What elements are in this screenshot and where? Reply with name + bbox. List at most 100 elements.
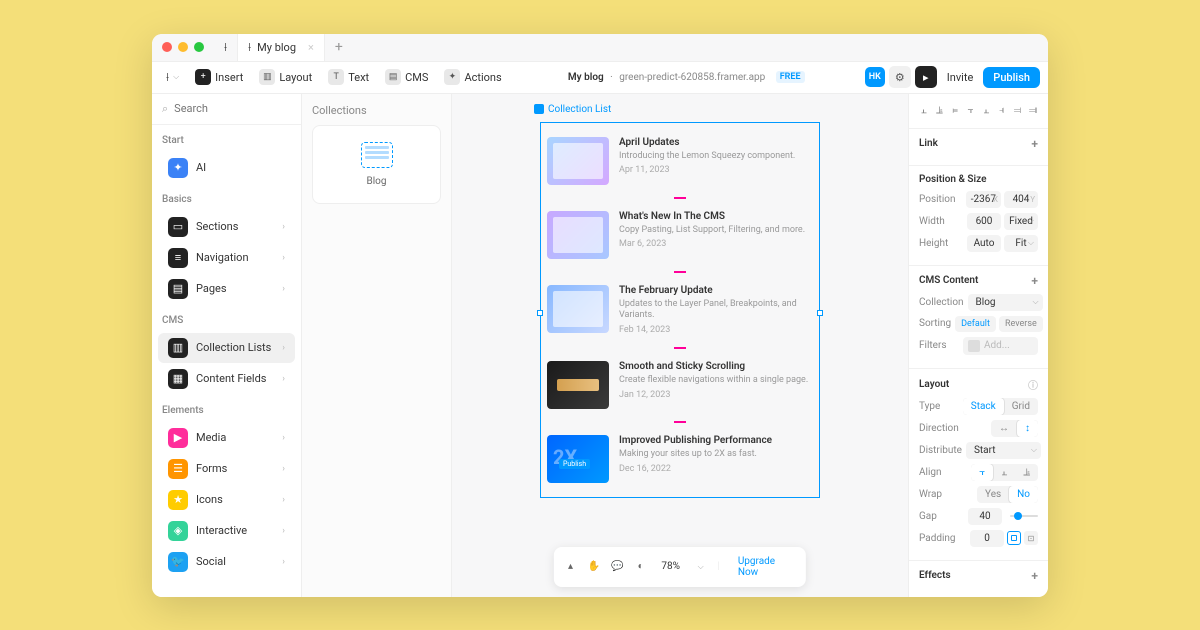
- collection-card-blog[interactable]: Blog: [312, 125, 441, 204]
- resize-handle-left[interactable]: [537, 310, 543, 316]
- direction-toggle: ↔ ↕: [991, 420, 1038, 437]
- settings-button[interactable]: ⚙: [889, 66, 911, 88]
- align-left-icon[interactable]: ⫠: [917, 102, 931, 120]
- align-bottom-icon[interactable]: ⫣: [995, 102, 1009, 120]
- post-date: Apr 11, 2023: [619, 165, 813, 175]
- chevron-right-icon: ›: [282, 526, 285, 536]
- align-center-v-icon[interactable]: ⫠: [980, 102, 994, 120]
- plus-icon: +: [195, 69, 211, 85]
- align-center-h-icon[interactable]: ⫡: [933, 102, 947, 120]
- align-center-button[interactable]: ⫠: [993, 464, 1015, 481]
- type-stack-button[interactable]: Stack: [963, 398, 1004, 415]
- new-tab-button[interactable]: +: [325, 39, 353, 55]
- padding-input[interactable]: 0: [970, 530, 1004, 547]
- sidebar-item-sections[interactable]: ▭Sections›: [158, 212, 295, 242]
- search-input[interactable]: [174, 102, 291, 115]
- app-menu-button[interactable]: ⟊⌵: [160, 67, 185, 88]
- canvas[interactable]: Collection List April Updates Introducin…: [452, 94, 908, 597]
- direction-horizontal-button[interactable]: ↔: [991, 420, 1017, 437]
- align-right-icon[interactable]: ⫢: [948, 102, 962, 120]
- width-mode-select[interactable]: Fixed: [1004, 213, 1038, 230]
- search-field[interactable]: ⌕: [152, 94, 301, 125]
- close-icon[interactable]: [162, 42, 172, 52]
- close-tab-icon[interactable]: ×: [308, 41, 314, 54]
- align-end-button[interactable]: ⫡: [1015, 464, 1038, 481]
- distribute-select[interactable]: Start: [966, 442, 1041, 459]
- tab-project[interactable]: ⟊My blog×: [238, 34, 325, 61]
- chevron-down-icon[interactable]: ⌵: [694, 562, 707, 572]
- type-grid-button[interactable]: Grid: [1004, 398, 1038, 415]
- add-cms-button[interactable]: +: [1031, 274, 1038, 288]
- blog-post-item[interactable]: What's New In The CMS Copy Pasting, List…: [547, 203, 813, 267]
- post-date: Dec 16, 2022: [619, 464, 813, 474]
- resize-handle-right[interactable]: [817, 310, 823, 316]
- post-thumbnail: [547, 361, 609, 409]
- sidebar-item-icons[interactable]: ★Icons›: [158, 485, 295, 515]
- upgrade-button[interactable]: Upgrade Now: [730, 553, 796, 581]
- blog-post-item[interactable]: Smooth and Sticky Scrolling Create flexi…: [547, 353, 813, 417]
- collection-list-frame[interactable]: April Updates Introducing the Lemon Sque…: [540, 122, 820, 498]
- layout-button[interactable]: ▥Layout: [253, 66, 318, 88]
- padding-uniform-icon[interactable]: [1007, 531, 1021, 545]
- category-icon: ★: [168, 490, 188, 510]
- padding-perside-icon[interactable]: ⊡: [1024, 531, 1038, 545]
- post-title: Improved Publishing Performance: [619, 435, 813, 446]
- preview-button[interactable]: ▸: [915, 66, 937, 88]
- minimize-icon[interactable]: [178, 42, 188, 52]
- distribute-h-icon[interactable]: ⫤: [1011, 102, 1025, 120]
- gap-indicator: [674, 347, 686, 349]
- avatar[interactable]: HK: [865, 67, 885, 87]
- zoom-level[interactable]: 78%: [657, 561, 684, 572]
- gap-slider[interactable]: [1010, 515, 1038, 517]
- collection-icon: [534, 104, 544, 114]
- sidebar-item-social[interactable]: 🐦Social›: [158, 547, 295, 577]
- collection-thumb-icon: [361, 142, 393, 168]
- sidebar-item-navigation[interactable]: ≡Navigation›: [158, 243, 295, 273]
- hand-tool-icon[interactable]: ✋: [587, 561, 600, 572]
- position-x-input[interactable]: -2367X: [966, 191, 1001, 208]
- sort-reverse-button[interactable]: Reverse: [999, 316, 1043, 332]
- cms-button[interactable]: ▤CMS: [379, 66, 434, 88]
- project-path[interactable]: My blog · green-predict-620858.framer.ap…: [568, 71, 805, 83]
- sidebar-item-forms[interactable]: ☰Forms›: [158, 454, 295, 484]
- blog-post-item[interactable]: The February Update Updates to the Layer…: [547, 277, 813, 343]
- publish-button[interactable]: Publish: [983, 67, 1040, 88]
- sidebar-item-pages[interactable]: ▤Pages›: [158, 274, 295, 304]
- add-effect-button[interactable]: +: [1031, 569, 1038, 583]
- position-y-input[interactable]: 404Y: [1004, 191, 1038, 208]
- info-icon[interactable]: ⓘ: [1028, 377, 1038, 392]
- cursor-tool-icon[interactable]: ▴: [564, 561, 577, 572]
- sidebar-item-media[interactable]: ▶Media›: [158, 423, 295, 453]
- distribute-v-icon[interactable]: ⫥: [1026, 102, 1040, 120]
- sidebar-item-collection-lists[interactable]: ▥Collection Lists›: [158, 333, 295, 363]
- invite-button[interactable]: Invite: [941, 68, 980, 87]
- align-start-button[interactable]: ⫟: [971, 464, 993, 481]
- insert-button[interactable]: +Insert: [189, 66, 249, 88]
- gap-input[interactable]: 40: [968, 508, 1002, 525]
- blog-post-item[interactable]: April Updates Introducing the Lemon Sque…: [547, 129, 813, 193]
- traffic-lights: [152, 42, 214, 52]
- blog-post-item[interactable]: Publish Improved Publishing Performance …: [547, 427, 813, 491]
- maximize-icon[interactable]: [194, 42, 204, 52]
- add-filter-button[interactable]: Add...: [963, 337, 1038, 355]
- collection-select[interactable]: Blog: [968, 294, 1043, 311]
- selection-label[interactable]: Collection List: [534, 104, 611, 115]
- tab-app[interactable]: ⟊: [214, 34, 238, 61]
- sidebar-item-interactive[interactable]: ◈Interactive›: [158, 516, 295, 546]
- direction-vertical-button[interactable]: ↕: [1017, 420, 1038, 437]
- sidebar-item-ai[interactable]: ✦ AI: [158, 153, 295, 183]
- add-link-button[interactable]: +: [1031, 137, 1038, 151]
- sidebar-item-content-fields[interactable]: ▦Content Fields›: [158, 364, 295, 394]
- width-input[interactable]: 600: [967, 213, 1001, 230]
- actions-button[interactable]: ✦Actions: [438, 66, 507, 88]
- text-button[interactable]: TText: [322, 66, 375, 88]
- gap-indicator: [674, 421, 686, 423]
- align-top-icon[interactable]: ⫟: [964, 102, 978, 120]
- theme-icon[interactable]: ◐: [634, 561, 647, 572]
- wrap-no-button[interactable]: No: [1009, 486, 1038, 503]
- height-mode-select[interactable]: Fit: [1004, 235, 1038, 252]
- sort-default-button[interactable]: Default: [955, 316, 996, 332]
- height-input[interactable]: Auto: [967, 235, 1001, 252]
- wrap-yes-button[interactable]: Yes: [977, 486, 1009, 503]
- comment-tool-icon[interactable]: 💬: [611, 561, 624, 572]
